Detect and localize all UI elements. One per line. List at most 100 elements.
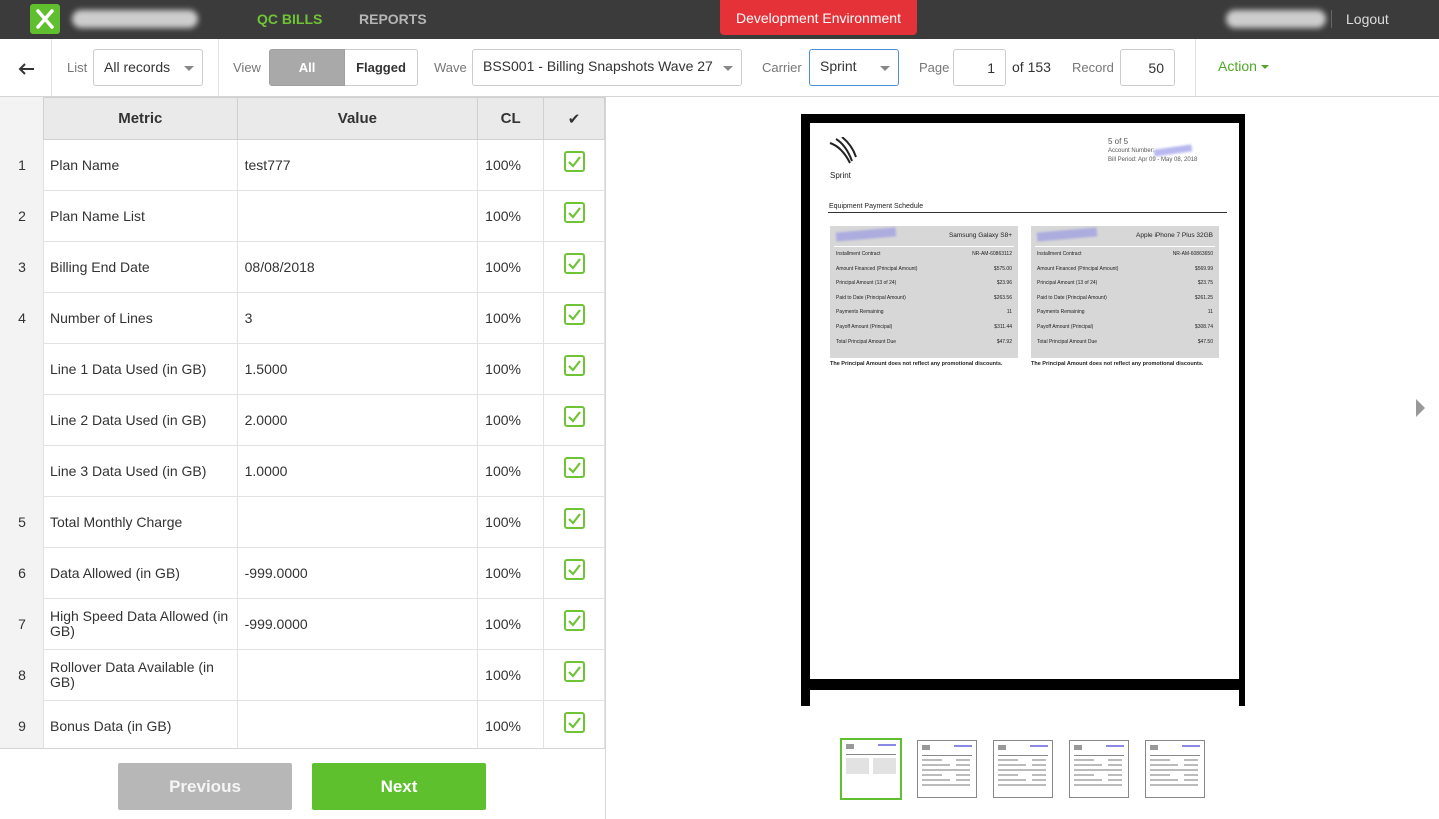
checkmark-icon bbox=[567, 513, 581, 525]
cl-cell: 100% bbox=[477, 292, 545, 344]
app-logo[interactable] bbox=[30, 4, 60, 34]
page-input[interactable]: 1 bbox=[953, 49, 1006, 86]
value-cell[interactable]: 3 bbox=[236, 292, 479, 344]
logout-link[interactable]: Logout bbox=[1346, 11, 1389, 27]
value-cell[interactable] bbox=[236, 190, 479, 242]
checkmark-icon bbox=[567, 309, 581, 321]
list-label: List bbox=[67, 60, 88, 75]
approve-checkbox[interactable] bbox=[563, 355, 585, 376]
thumb-logo bbox=[1074, 745, 1082, 750]
caret-down-icon bbox=[880, 66, 890, 71]
previous-button[interactable]: Previous bbox=[118, 763, 292, 810]
record-input[interactable]: 50 bbox=[1120, 49, 1175, 86]
cl-cell: 100% bbox=[477, 394, 545, 446]
value-cell[interactable]: 1.5000 bbox=[236, 343, 479, 395]
chevron-right-icon[interactable] bbox=[1416, 399, 1425, 417]
value-cell[interactable]: -999.0000 bbox=[236, 547, 479, 599]
thumb-line bbox=[998, 774, 1018, 776]
next-button[interactable]: Next bbox=[312, 763, 486, 810]
metric-cell: High Speed Data Allowed (in GB) bbox=[43, 598, 238, 650]
approve-checkbox[interactable] bbox=[563, 151, 585, 172]
table-row[interactable]: Bonus Data (in GB) 100% bbox=[43, 700, 605, 752]
thumb-line bbox=[922, 764, 950, 766]
nav-reports[interactable]: REPORTS bbox=[359, 11, 427, 27]
view-all-toggle[interactable]: All bbox=[269, 49, 345, 86]
view-flagged-toggle[interactable]: Flagged bbox=[345, 49, 418, 86]
row-number: 1 bbox=[18, 157, 26, 173]
metric-cell: Total Monthly Charge bbox=[43, 496, 238, 548]
thumb-line bbox=[922, 784, 958, 786]
document-bill-period: Bill Period: Apr 09 - May 08, 2018 bbox=[1108, 157, 1198, 163]
document-page: Sprint 5 of 5 Account Number: Bill Perio… bbox=[810, 123, 1239, 679]
table-row[interactable]: Data Allowed (in GB) -999.0000 100% bbox=[43, 547, 605, 599]
cl-cell: 100% bbox=[477, 598, 545, 650]
value-cell[interactable]: 1.0000 bbox=[236, 445, 479, 497]
approve-checkbox[interactable] bbox=[563, 406, 585, 427]
device-row-label: Payoff Amount (Principal) bbox=[836, 324, 893, 330]
approve-checkbox[interactable] bbox=[563, 202, 585, 223]
device-name: Apple iPhone 7 Plus 32GB bbox=[1136, 232, 1213, 239]
value-cell[interactable]: -999.0000 bbox=[236, 598, 479, 650]
thumb-header-line bbox=[1106, 745, 1124, 747]
approve-checkbox[interactable] bbox=[563, 457, 585, 478]
list-select-value: All records bbox=[104, 59, 171, 75]
checkmark-icon bbox=[567, 258, 581, 270]
nav-qc-bills[interactable]: QC BILLS bbox=[257, 11, 322, 27]
metric-cell: Data Allowed (in GB) bbox=[43, 547, 238, 599]
list-select[interactable]: All records bbox=[93, 49, 203, 86]
back-button[interactable] bbox=[14, 59, 38, 79]
thumb-line bbox=[1074, 759, 1094, 761]
approve-checkbox[interactable] bbox=[563, 559, 585, 580]
table-row[interactable]: Rollover Data Available (in GB) 100% bbox=[43, 649, 605, 701]
page-thumbnail[interactable] bbox=[1069, 740, 1129, 798]
approve-checkbox[interactable] bbox=[563, 712, 585, 733]
device-row-value: $311.44 bbox=[994, 324, 1012, 330]
page-thumbnail[interactable] bbox=[1145, 740, 1205, 798]
device-row-value: NR-AM-60863650 bbox=[1172, 251, 1213, 257]
table-row[interactable]: Billing End Date 08/08/2018 100% bbox=[43, 241, 605, 293]
value-cell[interactable]: test777 bbox=[236, 139, 479, 191]
thumb-line bbox=[956, 759, 970, 761]
table-row[interactable]: Line 2 Data Used (in GB) 2.0000 100% bbox=[43, 394, 605, 446]
device-row-label: Paid to Date (Principal Amount) bbox=[1037, 294, 1107, 301]
table-row[interactable]: Total Monthly Charge 100% bbox=[43, 496, 605, 548]
thumb-line bbox=[1108, 774, 1122, 776]
value-cell[interactable] bbox=[236, 496, 479, 548]
approve-checkbox[interactable] bbox=[563, 253, 585, 274]
redacted-account-number bbox=[1153, 144, 1193, 157]
check-cell bbox=[543, 445, 605, 497]
device-row-value: 11 bbox=[1006, 309, 1012, 316]
document-viewer[interactable]: Sprint 5 of 5 Account Number: Bill Perio… bbox=[801, 114, 1245, 706]
thumb-line bbox=[1184, 774, 1198, 776]
value-cell[interactable]: 2.0000 bbox=[236, 394, 479, 446]
wave-select[interactable]: BSS001 - Billing Snapshots Wave 27 bbox=[472, 49, 742, 86]
approve-checkbox[interactable] bbox=[563, 610, 585, 631]
check-cell bbox=[543, 241, 605, 293]
page-thumbnail[interactable] bbox=[840, 738, 902, 800]
table-row[interactable]: Plan Name List 100% bbox=[43, 190, 605, 242]
table-row[interactable]: Number of Lines 3 100% bbox=[43, 292, 605, 344]
redacted-username[interactable] bbox=[1226, 10, 1326, 28]
thumb-logo bbox=[846, 744, 854, 749]
device-row-value: $23.75 bbox=[1197, 280, 1213, 287]
divider bbox=[828, 212, 1227, 213]
table-row[interactable]: Line 1 Data Used (in GB) 1.5000 100% bbox=[43, 343, 605, 395]
carrier-select[interactable]: Sprint bbox=[809, 49, 899, 86]
cl-cell: 100% bbox=[477, 700, 545, 752]
approve-checkbox[interactable] bbox=[563, 304, 585, 325]
table-row[interactable]: High Speed Data Allowed (in GB) -999.0000… bbox=[43, 598, 605, 650]
table-row[interactable]: Line 3 Data Used (in GB) 1.0000 100% bbox=[43, 445, 605, 497]
page-thumbnail[interactable] bbox=[917, 740, 977, 798]
thumb-line bbox=[956, 769, 970, 771]
value-cell[interactable]: 08/08/2018 bbox=[236, 241, 479, 293]
thumb-line bbox=[1032, 774, 1046, 776]
thumb-divider bbox=[846, 754, 896, 755]
approve-checkbox[interactable] bbox=[563, 508, 585, 529]
thumb-block bbox=[873, 758, 896, 774]
table-row[interactable]: Plan Name test777 100% bbox=[43, 139, 605, 191]
value-cell[interactable] bbox=[236, 649, 479, 701]
value-cell[interactable] bbox=[236, 700, 479, 752]
page-thumbnail[interactable] bbox=[993, 740, 1053, 798]
action-dropdown[interactable]: Action bbox=[1218, 58, 1269, 74]
approve-checkbox[interactable] bbox=[563, 661, 585, 682]
